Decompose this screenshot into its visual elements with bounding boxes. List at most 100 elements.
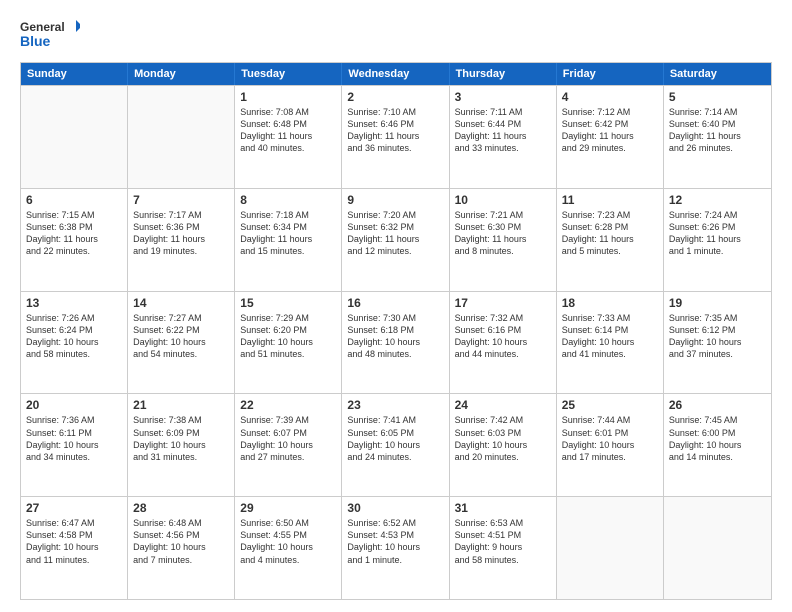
cell-line: Sunrise: 6:50 AM bbox=[240, 517, 336, 529]
day-number: 25 bbox=[562, 398, 658, 412]
cell-line: Sunset: 6:01 PM bbox=[562, 427, 658, 439]
cell-line: Daylight: 10 hours bbox=[240, 439, 336, 451]
header-day-friday: Friday bbox=[557, 63, 664, 85]
day-number: 15 bbox=[240, 296, 336, 310]
cell-line: Sunset: 6:22 PM bbox=[133, 324, 229, 336]
day-number: 27 bbox=[26, 501, 122, 515]
cell-line: Daylight: 10 hours bbox=[133, 541, 229, 553]
cell-line: Sunset: 6:48 PM bbox=[240, 118, 336, 130]
cell-line: and 58 minutes. bbox=[455, 554, 551, 566]
cell-line: Daylight: 10 hours bbox=[669, 336, 766, 348]
cell-line: Sunset: 6:40 PM bbox=[669, 118, 766, 130]
cell-line: Sunset: 6:03 PM bbox=[455, 427, 551, 439]
day-number: 13 bbox=[26, 296, 122, 310]
cal-cell: 19Sunrise: 7:35 AMSunset: 6:12 PMDayligh… bbox=[664, 292, 771, 394]
cell-line: and 24 minutes. bbox=[347, 451, 443, 463]
cell-line: Daylight: 10 hours bbox=[26, 336, 122, 348]
cal-cell: 12Sunrise: 7:24 AMSunset: 6:26 PMDayligh… bbox=[664, 189, 771, 291]
cal-cell: 6Sunrise: 7:15 AMSunset: 6:38 PMDaylight… bbox=[21, 189, 128, 291]
header-day-wednesday: Wednesday bbox=[342, 63, 449, 85]
cal-cell: 14Sunrise: 7:27 AMSunset: 6:22 PMDayligh… bbox=[128, 292, 235, 394]
cell-line: and 27 minutes. bbox=[240, 451, 336, 463]
cell-line: Sunrise: 7:36 AM bbox=[26, 414, 122, 426]
header-day-sunday: Sunday bbox=[21, 63, 128, 85]
day-number: 20 bbox=[26, 398, 122, 412]
cell-line: Sunset: 4:55 PM bbox=[240, 529, 336, 541]
cell-line: Sunset: 6:16 PM bbox=[455, 324, 551, 336]
cell-line: Sunrise: 7:18 AM bbox=[240, 209, 336, 221]
header: General Blue bbox=[20, 16, 772, 52]
header-day-tuesday: Tuesday bbox=[235, 63, 342, 85]
cell-line: and 7 minutes. bbox=[133, 554, 229, 566]
cal-cell: 17Sunrise: 7:32 AMSunset: 6:16 PMDayligh… bbox=[450, 292, 557, 394]
cell-line: Sunrise: 7:44 AM bbox=[562, 414, 658, 426]
calendar: SundayMondayTuesdayWednesdayThursdayFrid… bbox=[20, 62, 772, 600]
cell-line: Sunset: 6:26 PM bbox=[669, 221, 766, 233]
week-3: 13Sunrise: 7:26 AMSunset: 6:24 PMDayligh… bbox=[21, 291, 771, 394]
day-number: 4 bbox=[562, 90, 658, 104]
cell-line: Sunrise: 7:38 AM bbox=[133, 414, 229, 426]
cell-line: Daylight: 11 hours bbox=[347, 233, 443, 245]
cell-line: Sunset: 6:11 PM bbox=[26, 427, 122, 439]
cell-line: Daylight: 10 hours bbox=[455, 336, 551, 348]
day-number: 16 bbox=[347, 296, 443, 310]
cell-line: and 4 minutes. bbox=[240, 554, 336, 566]
header-day-monday: Monday bbox=[128, 63, 235, 85]
cal-cell: 28Sunrise: 6:48 AMSunset: 4:56 PMDayligh… bbox=[128, 497, 235, 599]
day-number: 7 bbox=[133, 193, 229, 207]
page: General Blue SundayMondayTuesdayWednesda… bbox=[0, 0, 792, 612]
cal-cell: 26Sunrise: 7:45 AMSunset: 6:00 PMDayligh… bbox=[664, 394, 771, 496]
cell-line: Sunset: 6:05 PM bbox=[347, 427, 443, 439]
day-number: 3 bbox=[455, 90, 551, 104]
cal-cell: 23Sunrise: 7:41 AMSunset: 6:05 PMDayligh… bbox=[342, 394, 449, 496]
cal-cell: 15Sunrise: 7:29 AMSunset: 6:20 PMDayligh… bbox=[235, 292, 342, 394]
cal-cell: 30Sunrise: 6:52 AMSunset: 4:53 PMDayligh… bbox=[342, 497, 449, 599]
cell-line: and 51 minutes. bbox=[240, 348, 336, 360]
cell-line: Daylight: 10 hours bbox=[669, 439, 766, 451]
cell-line: Sunset: 6:38 PM bbox=[26, 221, 122, 233]
day-number: 1 bbox=[240, 90, 336, 104]
cell-line: Sunrise: 7:10 AM bbox=[347, 106, 443, 118]
cell-line: Daylight: 10 hours bbox=[347, 336, 443, 348]
day-number: 9 bbox=[347, 193, 443, 207]
cell-line: Sunrise: 7:45 AM bbox=[669, 414, 766, 426]
day-number: 12 bbox=[669, 193, 766, 207]
cell-line: Sunrise: 7:11 AM bbox=[455, 106, 551, 118]
day-number: 11 bbox=[562, 193, 658, 207]
cal-cell: 22Sunrise: 7:39 AMSunset: 6:07 PMDayligh… bbox=[235, 394, 342, 496]
calendar-body: 1Sunrise: 7:08 AMSunset: 6:48 PMDaylight… bbox=[21, 85, 771, 599]
cal-cell: 1Sunrise: 7:08 AMSunset: 6:48 PMDaylight… bbox=[235, 86, 342, 188]
week-2: 6Sunrise: 7:15 AMSunset: 6:38 PMDaylight… bbox=[21, 188, 771, 291]
day-number: 18 bbox=[562, 296, 658, 310]
cell-line: and 26 minutes. bbox=[669, 142, 766, 154]
cell-line: Sunset: 6:30 PM bbox=[455, 221, 551, 233]
cell-line: Daylight: 11 hours bbox=[455, 233, 551, 245]
cell-line: and 19 minutes. bbox=[133, 245, 229, 257]
cell-line: Sunset: 6:09 PM bbox=[133, 427, 229, 439]
cell-line: and 31 minutes. bbox=[133, 451, 229, 463]
day-number: 21 bbox=[133, 398, 229, 412]
cell-line: Daylight: 11 hours bbox=[562, 233, 658, 245]
cal-cell: 5Sunrise: 7:14 AMSunset: 6:40 PMDaylight… bbox=[664, 86, 771, 188]
cell-line: Sunrise: 6:48 AM bbox=[133, 517, 229, 529]
header-day-thursday: Thursday bbox=[450, 63, 557, 85]
cell-line: Sunrise: 7:15 AM bbox=[26, 209, 122, 221]
day-number: 5 bbox=[669, 90, 766, 104]
cell-line: Daylight: 10 hours bbox=[133, 439, 229, 451]
cal-cell: 11Sunrise: 7:23 AMSunset: 6:28 PMDayligh… bbox=[557, 189, 664, 291]
cell-line: Daylight: 10 hours bbox=[347, 541, 443, 553]
cal-cell: 16Sunrise: 7:30 AMSunset: 6:18 PMDayligh… bbox=[342, 292, 449, 394]
cell-line: Daylight: 10 hours bbox=[347, 439, 443, 451]
day-number: 14 bbox=[133, 296, 229, 310]
cell-line: and 5 minutes. bbox=[562, 245, 658, 257]
cell-line: Sunset: 6:07 PM bbox=[240, 427, 336, 439]
cal-cell: 20Sunrise: 7:36 AMSunset: 6:11 PMDayligh… bbox=[21, 394, 128, 496]
day-number: 17 bbox=[455, 296, 551, 310]
cell-line: Daylight: 10 hours bbox=[455, 439, 551, 451]
cell-line: and 40 minutes. bbox=[240, 142, 336, 154]
cell-line: Sunset: 6:28 PM bbox=[562, 221, 658, 233]
day-number: 26 bbox=[669, 398, 766, 412]
cal-cell: 31Sunrise: 6:53 AMSunset: 4:51 PMDayligh… bbox=[450, 497, 557, 599]
cell-line: and 15 minutes. bbox=[240, 245, 336, 257]
cell-line: and 48 minutes. bbox=[347, 348, 443, 360]
